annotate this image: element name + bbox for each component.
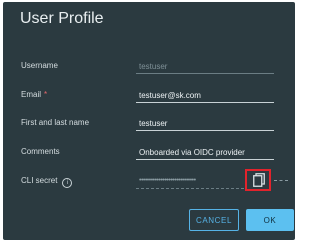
dialog-title: User Profile <box>20 10 104 27</box>
email-label-text: Email <box>21 90 42 99</box>
email-label: Email * <box>21 90 47 99</box>
copy-icon <box>253 173 265 187</box>
copy-secret-button[interactable] <box>245 169 271 191</box>
cli-secret-label: CLI secret i <box>21 176 73 188</box>
cli-secret-label-text: CLI secret <box>21 176 58 185</box>
info-circle-icon[interactable]: i <box>62 178 73 188</box>
secret-field-extension <box>274 180 288 183</box>
comments-input[interactable] <box>136 145 274 160</box>
user-profile-dialog: User Profile Username Email* First and l… <box>3 2 295 240</box>
cli-secret-field: ••••••••••••••••••••••••••••• <box>136 174 244 189</box>
email-row: Email * <box>3 88 295 106</box>
full-name-input[interactable] <box>136 116 274 131</box>
comments-row: Comments <box>3 145 295 163</box>
cli-secret-row: CLI secret i ••••••••••••••••••••••••••••… <box>3 169 295 192</box>
username-input <box>136 59 274 74</box>
full-name-row: First and last name <box>3 116 295 134</box>
comments-label: Comments <box>21 147 60 156</box>
cancel-button[interactable]: CANCEL <box>189 209 239 231</box>
email-input[interactable] <box>136 88 274 103</box>
required-marker: * <box>44 90 48 99</box>
full-name-label: First and last name <box>21 118 90 127</box>
ok-button[interactable]: OK <box>246 209 294 231</box>
username-row: Username <box>3 59 295 77</box>
username-label: Username <box>21 61 58 70</box>
